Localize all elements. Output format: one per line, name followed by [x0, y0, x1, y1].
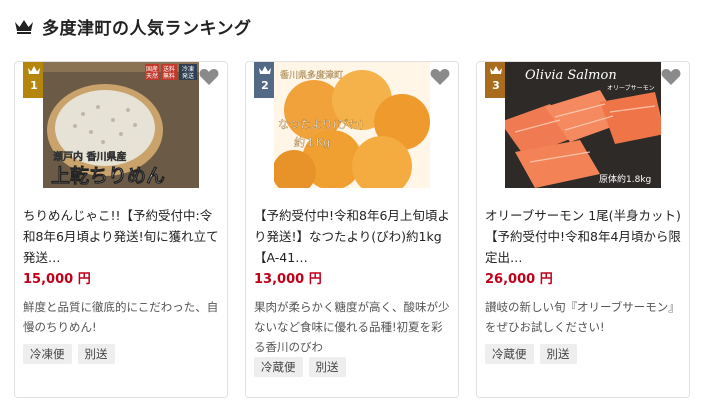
- tag-list: 冷蔵便 別送: [485, 344, 577, 364]
- rank-badge-gold: 1: [23, 62, 45, 98]
- tag-shipping: 別送: [539, 344, 577, 364]
- product-description: 鮮度と品質に徹底的にこだわった、自慢のちりめん!: [23, 300, 219, 334]
- image-label: 無料: [163, 72, 175, 80]
- product-description: 果肉が柔らかく糖度が高く、酸味が少ないなど食味に優れる品種!初夏を彩る香川のびわ: [254, 300, 450, 354]
- product-image[interactable]: 香川県多度津町 なつたより(びわ) 約１Kg: [274, 62, 430, 188]
- image-label: 天然: [146, 72, 158, 80]
- product-price: 13,000 円: [254, 272, 322, 287]
- product-description: 讃岐の新しい旬『オリーブサーモン』をぜひお試しください!: [485, 300, 680, 334]
- crown-icon: [490, 66, 502, 74]
- tag-list: 冷凍便 別送: [23, 344, 115, 364]
- page-title: 多度津町の人気ランキング: [42, 18, 252, 39]
- favorite-heart-icon[interactable]: [661, 68, 681, 86]
- image-label: 冷凍: [182, 65, 194, 73]
- crown-icon: [28, 66, 40, 74]
- image-caption-mid: なつたより(びわ): [278, 118, 363, 131]
- image-caption-main: 上乾ちりめん: [51, 164, 165, 187]
- favorite-heart-icon[interactable]: [199, 68, 219, 86]
- tag-shipping: 冷蔵便: [254, 357, 303, 377]
- product-name[interactable]: ちりめんじゃこ!!【予約受付中:令和8年6月頃より発送!旬に獲れ立て発送…: [23, 205, 223, 268]
- image-label: 送料: [163, 65, 175, 73]
- image-caption-sub: 瀬戸内 香川県産: [53, 150, 126, 163]
- rank-badge-bronze: 3: [485, 62, 507, 98]
- product-image[interactable]: 国産 天然 送料 無料 冷凍 発送 瀬戸内 香川県産 上乾ちりめん: [43, 62, 199, 188]
- rank-number: 3: [492, 79, 500, 92]
- rank-number: 2: [261, 79, 269, 92]
- tag-shipping: 冷凍便: [23, 344, 72, 364]
- product-name[interactable]: オリーブサーモン 1尾(半身カット)【予約受付中!令和8年4月頃から限定出…: [485, 205, 685, 268]
- tag-shipping: 冷蔵便: [485, 344, 534, 364]
- product-card[interactable]: 1 国産 天然 送料 無料 冷凍 発送 瀬戸内 香川県産 上乾ちりめん ちりめん…: [14, 61, 228, 398]
- ranking-header: 多度津町の人気ランキング: [14, 12, 252, 40]
- image-caption-bottom: 原体約1.8kg: [599, 173, 651, 185]
- product-name[interactable]: 【予約受付中!令和8年6月上旬頃より発送!】なつたより(びわ)約1kg【A-41…: [254, 205, 454, 268]
- product-card[interactable]: 3 Olivia Salmon オリーブサーモン 原体約1.8kg オリーブサー…: [476, 61, 690, 398]
- product-card[interactable]: 2 香川県多度津町 なつたより(びわ) 約１Kg 【予約受付中!令和8年6月上旬…: [245, 61, 459, 398]
- image-caption-top: 香川県多度津町: [280, 69, 343, 81]
- tag-shipping: 別送: [308, 357, 346, 377]
- image-caption-top: Olivia Salmon: [525, 68, 617, 83]
- product-image[interactable]: Olivia Salmon オリーブサーモン 原体約1.8kg: [505, 62, 661, 188]
- product-price: 26,000 円: [485, 272, 553, 287]
- rank-badge-silver: 2: [254, 62, 276, 98]
- image-label: 発送: [182, 72, 194, 80]
- image-caption-bottom: 約１Kg: [294, 135, 330, 149]
- crown-icon: [15, 20, 33, 34]
- tag-list: 冷蔵便 別送: [254, 357, 346, 377]
- product-price: 15,000 円: [23, 272, 91, 287]
- image-label: 国産: [146, 65, 158, 73]
- crown-icon: [259, 66, 271, 74]
- favorite-heart-icon[interactable]: [430, 68, 450, 86]
- rank-number: 1: [30, 79, 38, 92]
- image-caption-sub: オリーブサーモン: [607, 84, 655, 92]
- tag-shipping: 別送: [77, 344, 115, 364]
